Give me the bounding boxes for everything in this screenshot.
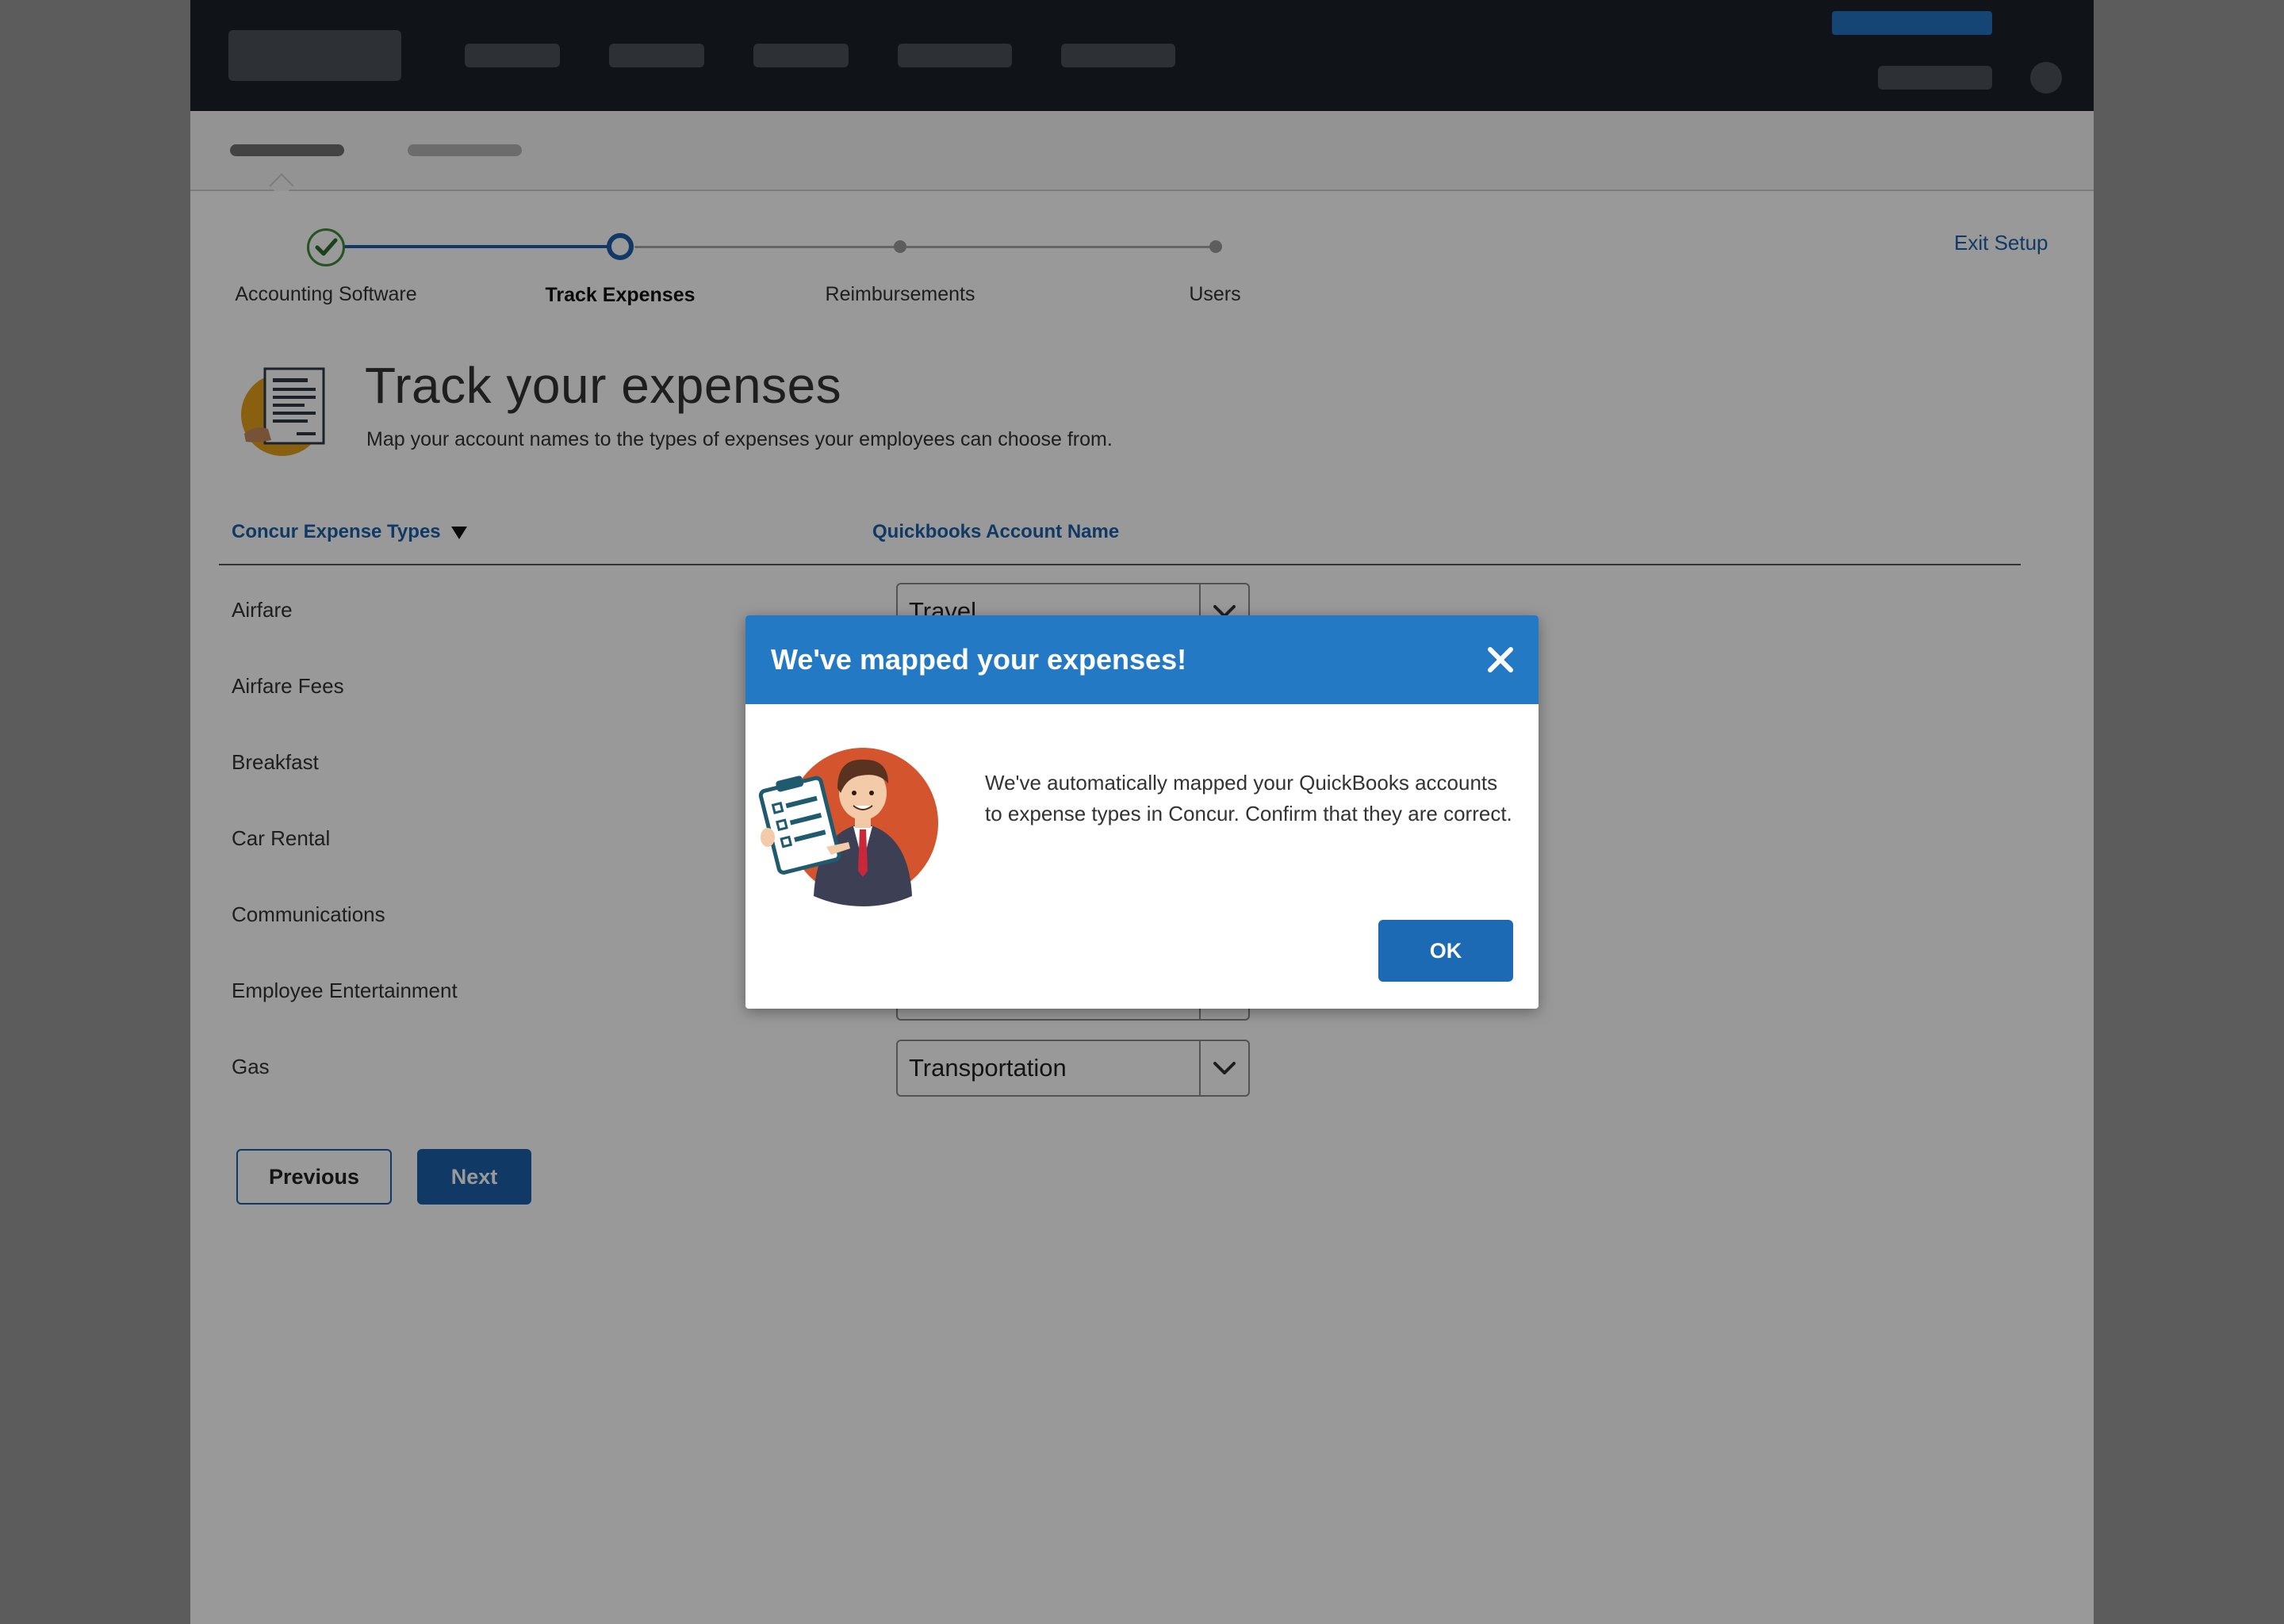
ok-button[interactable]: OK bbox=[1378, 920, 1513, 982]
close-icon[interactable] bbox=[1483, 642, 1518, 677]
mapped-expenses-dialog: We've mapped your expenses! We've automa… bbox=[745, 615, 1539, 1009]
businessman-checklist-illustration bbox=[755, 744, 942, 910]
dialog-title: We've mapped your expenses! bbox=[771, 643, 1187, 676]
dialog-header: We've mapped your expenses! bbox=[745, 615, 1539, 704]
dialog-message: We've automatically mapped your QuickBoo… bbox=[985, 771, 1512, 825]
